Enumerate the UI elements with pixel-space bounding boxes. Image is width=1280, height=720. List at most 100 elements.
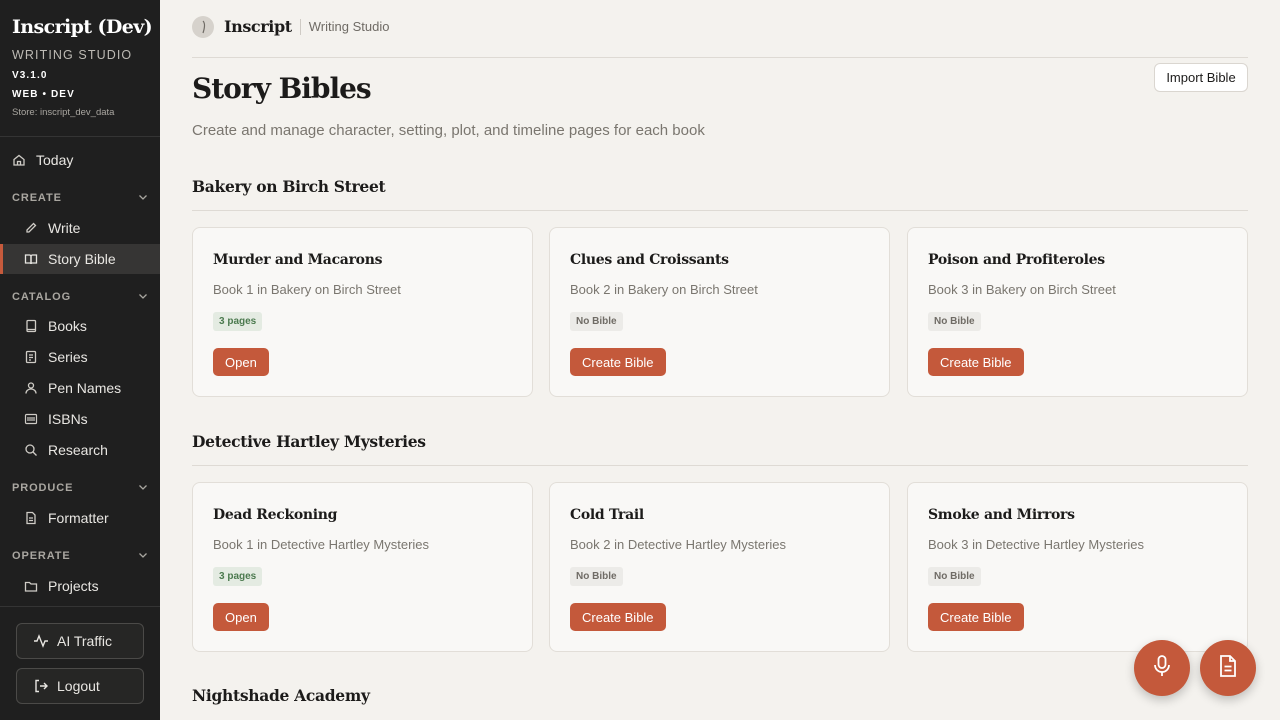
- section-label: PRODUCE: [12, 482, 74, 494]
- app-store: Store: inscript_dev_data: [12, 107, 115, 118]
- import-bible-button[interactable]: Import Bible: [1154, 63, 1248, 92]
- sidebar-item-label: Books: [48, 318, 87, 334]
- section-label: OPERATE: [12, 550, 71, 562]
- create-bible-button[interactable]: Create Bible: [570, 348, 666, 376]
- logout-button[interactable]: Logout: [16, 668, 144, 704]
- sidebar-item-formatter[interactable]: Formatter: [0, 503, 160, 533]
- book-open-icon: [24, 252, 38, 266]
- sidebar-item-label: Formatter: [48, 510, 109, 526]
- series-section: Bakery on Birch Street Murder and Macaro…: [192, 177, 1248, 397]
- document-icon: [1218, 654, 1238, 683]
- sidebar-item-label: Projects: [48, 578, 99, 594]
- book-card: Smoke and Mirrors Book 3 in Detective Ha…: [907, 482, 1248, 652]
- bible-status-badge: 3 pages: [213, 567, 263, 586]
- activity-icon: [33, 633, 49, 649]
- book-meta: Book 1 in Detective Hartley Mysteries: [213, 537, 430, 552]
- bible-status-badge: No Bible: [928, 312, 981, 331]
- book-title: Cold Trail: [570, 507, 644, 523]
- open-bible-button[interactable]: Open: [213, 348, 269, 376]
- header-divider: [299, 19, 301, 35]
- bible-status-badge: No Bible: [928, 567, 981, 586]
- book-meta: Book 1 in Bakery on Birch Street: [213, 282, 401, 297]
- create-bible-button[interactable]: Create Bible: [928, 348, 1024, 376]
- series-title: Bakery on Birch Street: [192, 177, 1248, 211]
- sidebar-item-isbns[interactable]: ISBNs: [0, 404, 160, 434]
- layers-icon: [24, 350, 38, 364]
- section-operate[interactable]: OPERATE: [0, 547, 160, 565]
- book-title: Clues and Croissants: [570, 252, 729, 268]
- book-card: Murder and Macarons Book 1 in Bakery on …: [192, 227, 533, 397]
- sidebar-item-today[interactable]: Today: [0, 145, 160, 175]
- sidebar-item-series[interactable]: Series: [0, 342, 160, 372]
- header-section: Writing Studio: [308, 19, 390, 34]
- book-card: Clues and Croissants Book 2 in Bakery on…: [549, 227, 890, 397]
- sidebar-item-label: Pen Names: [48, 380, 122, 396]
- book-card: Dead Reckoning Book 1 in Detective Hartl…: [192, 482, 533, 652]
- microphone-icon: [1151, 654, 1173, 683]
- open-bible-button[interactable]: Open: [213, 603, 269, 631]
- page-title: Story Bibles: [192, 72, 372, 105]
- book-meta: Book 2 in Bakery on Birch Street: [570, 282, 758, 297]
- page-subtitle: Create and manage character, setting, pl…: [192, 122, 705, 139]
- book-card-grid: Dead Reckoning Book 1 in Detective Hartl…: [192, 482, 1248, 652]
- header-brand: Inscript: [224, 17, 292, 36]
- book-meta: Book 3 in Bakery on Birch Street: [928, 282, 1116, 297]
- book-card-grid: Murder and Macarons Book 1 in Bakery on …: [192, 227, 1248, 397]
- main-content: Inscript Writing Studio Story Bibles Cre…: [160, 0, 1280, 720]
- book-title: Poison and Profiteroles: [928, 252, 1105, 268]
- section-produce[interactable]: PRODUCE: [0, 479, 160, 497]
- book-card: Poison and Profiteroles Book 3 in Bakery…: [907, 227, 1248, 397]
- book-meta: Book 3 in Detective Hartley Mysteries: [928, 537, 1145, 552]
- series-title: Detective Hartley Mysteries: [192, 432, 1248, 466]
- app-title: Inscript (Dev): [12, 16, 153, 38]
- chevron-down-icon: [138, 550, 148, 563]
- series-section: Detective Hartley Mysteries Dead Reckoni…: [192, 432, 1248, 652]
- voice-dictation-button[interactable]: [1134, 640, 1190, 696]
- sidebar-item-write[interactable]: Write: [0, 213, 160, 243]
- ai-traffic-button[interactable]: AI Traffic: [16, 623, 144, 659]
- series-section: Nightshade Academy: [192, 686, 1248, 720]
- app-environment: WEB • DEV: [12, 89, 75, 100]
- sidebar-item-pen-names[interactable]: Pen Names: [0, 373, 160, 403]
- app-version: V3.1.0: [12, 70, 48, 81]
- sidebar-item-label: Series: [48, 349, 88, 365]
- sidebar-item-label: Research: [48, 442, 108, 458]
- quick-note-button[interactable]: [1200, 640, 1256, 696]
- section-label: CATALOG: [12, 291, 72, 303]
- sidebar-item-projects[interactable]: Projects: [0, 571, 160, 601]
- logout-label: Logout: [57, 678, 100, 694]
- book-title: Dead Reckoning: [213, 507, 338, 523]
- sidebar-footer: AI Traffic Logout: [0, 606, 160, 720]
- create-bible-button[interactable]: Create Bible: [928, 603, 1024, 631]
- sidebar-item-label: Today: [36, 152, 74, 168]
- feather-icon: [192, 16, 214, 38]
- section-label: CREATE: [12, 192, 62, 204]
- sidebar-item-label: Story Bible: [48, 251, 116, 267]
- book-meta: Book 2 in Detective Hartley Mysteries: [570, 537, 787, 552]
- barcode-icon: [24, 412, 38, 426]
- section-create[interactable]: CREATE: [0, 189, 160, 207]
- chevron-down-icon: [138, 291, 148, 304]
- sidebar-item-books[interactable]: Books: [0, 311, 160, 341]
- book-card: Cold Trail Book 2 in Detective Hartley M…: [549, 482, 890, 652]
- document-icon: [24, 511, 38, 525]
- sidebar-item-story-bible[interactable]: Story Bible: [0, 244, 160, 274]
- chevron-down-icon: [138, 482, 148, 495]
- create-bible-button[interactable]: Create Bible: [570, 603, 666, 631]
- pencil-icon: [24, 221, 38, 235]
- bible-status-badge: 3 pages: [213, 312, 263, 331]
- sidebar-item-research[interactable]: Research: [0, 435, 160, 465]
- section-catalog[interactable]: CATALOG: [0, 288, 160, 306]
- sidebar: Inscript (Dev) WRITING STUDIO V3.1.0 WEB…: [0, 0, 160, 720]
- sidebar-item-label: ISBNs: [48, 411, 88, 427]
- user-icon: [24, 381, 38, 395]
- logout-icon: [33, 678, 49, 694]
- chevron-down-icon: [138, 192, 148, 205]
- sidebar-item-label: Write: [48, 220, 81, 236]
- brand-block: Inscript (Dev) WRITING STUDIO V3.1.0 WEB…: [0, 0, 160, 137]
- bible-status-badge: No Bible: [570, 312, 623, 331]
- book-title: Murder and Macarons: [213, 252, 383, 268]
- ai-traffic-label: AI Traffic: [57, 633, 112, 649]
- home-icon: [12, 153, 26, 167]
- book-title: Smoke and Mirrors: [928, 507, 1075, 523]
